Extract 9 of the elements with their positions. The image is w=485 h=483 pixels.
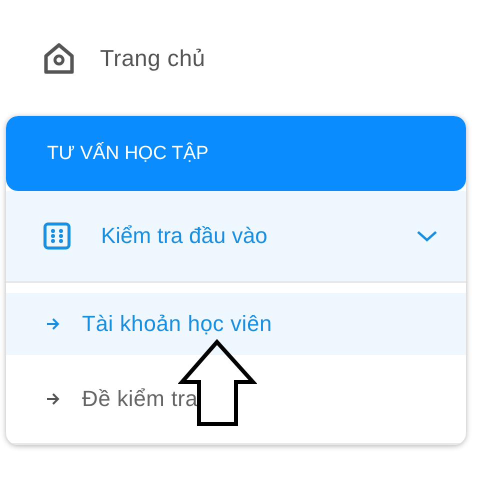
home-link[interactable]: Trang chủ xyxy=(100,44,206,72)
section-title: TƯ VẤN HỌC TẬP xyxy=(47,142,209,164)
arrow-icon xyxy=(46,318,60,330)
menu-group-item[interactable]: Kiểm tra đầu vào xyxy=(6,191,466,283)
home-icon[interactable] xyxy=(42,41,76,75)
submenu-item[interactable]: Đề kiểm tra xyxy=(6,355,466,445)
submenu-item[interactable]: Tài khoản học viên xyxy=(6,293,466,355)
dice-icon xyxy=(43,222,71,250)
arrow-icon xyxy=(46,393,60,405)
